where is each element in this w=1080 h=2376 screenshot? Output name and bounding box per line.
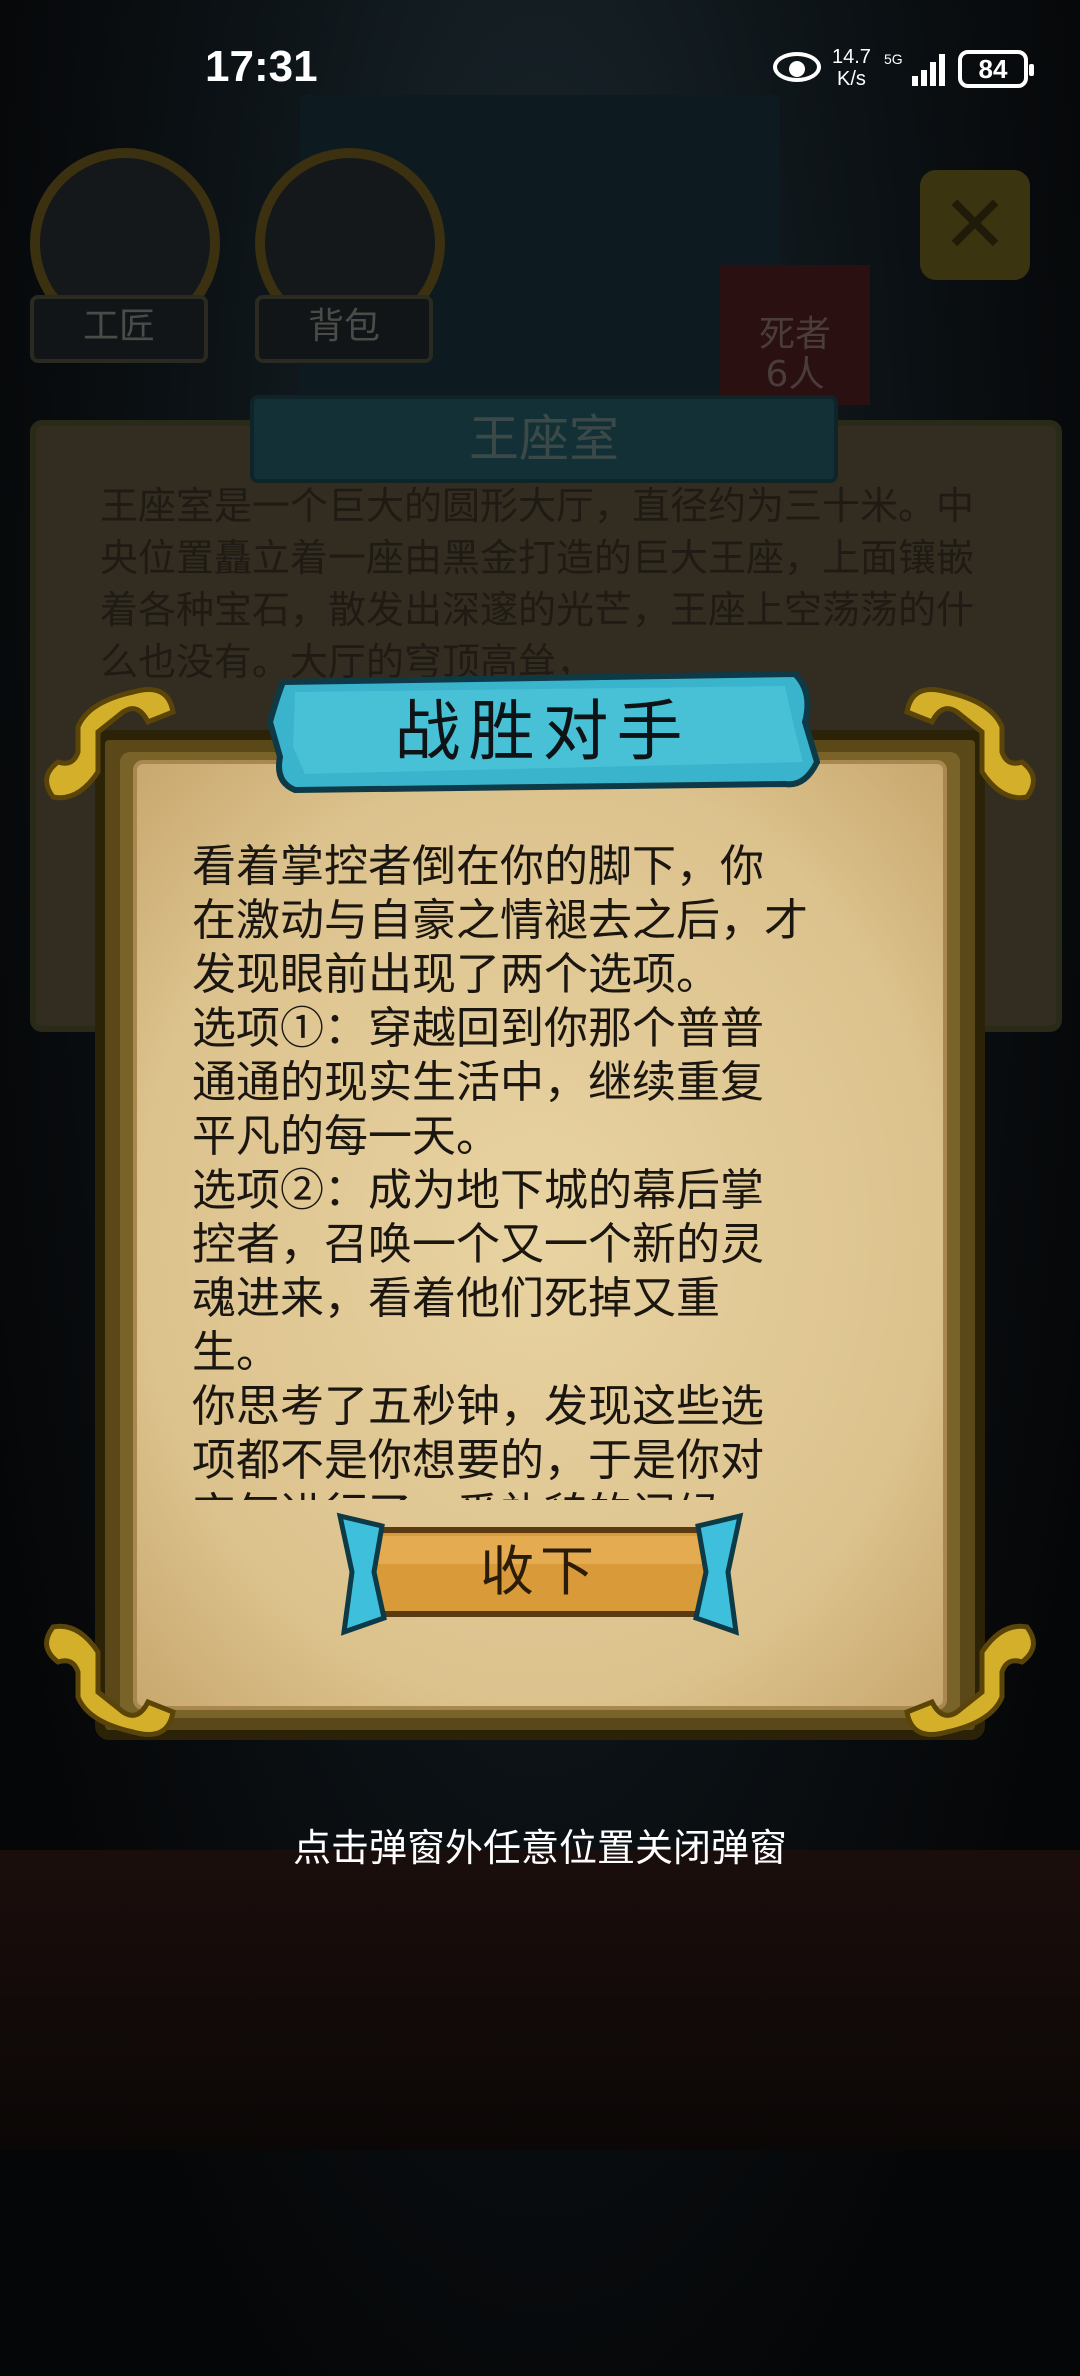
background-floor: [0, 1850, 1080, 2150]
network-speed-unit: K/s: [837, 68, 866, 90]
network-type: 5G: [884, 51, 903, 67]
close-icon: ✕: [920, 170, 1030, 280]
corner-ornament-bottom-left: [44, 1623, 176, 1737]
room-title: 王座室: [250, 395, 838, 483]
backpack-label: 背包: [255, 295, 433, 363]
eye-icon: [773, 52, 821, 82]
dialog-body-text[interactable]: 看着掌控者倒在你的脚下，你 在激动与自豪之情褪去之后，才 发现眼前出现了两个选项…: [192, 840, 892, 1500]
clock: 17:31: [205, 42, 318, 91]
network-speed: 14.7 K/s: [832, 46, 871, 90]
craftsman-label: 工匠: [30, 295, 208, 363]
room-description: 王座室是一个巨大的圆形大厅，直径约为三十米。中央位置矗立着一座由黑金打造的巨大王…: [100, 484, 975, 684]
close-hint: 点击弹窗外任意位置关闭弹窗: [292, 1826, 787, 1870]
corner-ornament-bottom-right: [904, 1623, 1036, 1737]
status-bar: 17:31 14.7 K/s 5G 84: [0, 0, 1080, 140]
battery-icon: 84: [958, 50, 1034, 88]
signal-icon: 5G: [884, 51, 945, 86]
death-count: 死者 6人: [720, 265, 870, 405]
corner-ornament-top-right: [904, 687, 1036, 801]
network-speed-value: 14.7: [832, 46, 871, 68]
accept-button-label[interactable]: 收下: [370, 1530, 710, 1614]
dialog-title: 战胜对手: [394, 693, 691, 770]
corner-ornament-top-left: [44, 687, 176, 801]
